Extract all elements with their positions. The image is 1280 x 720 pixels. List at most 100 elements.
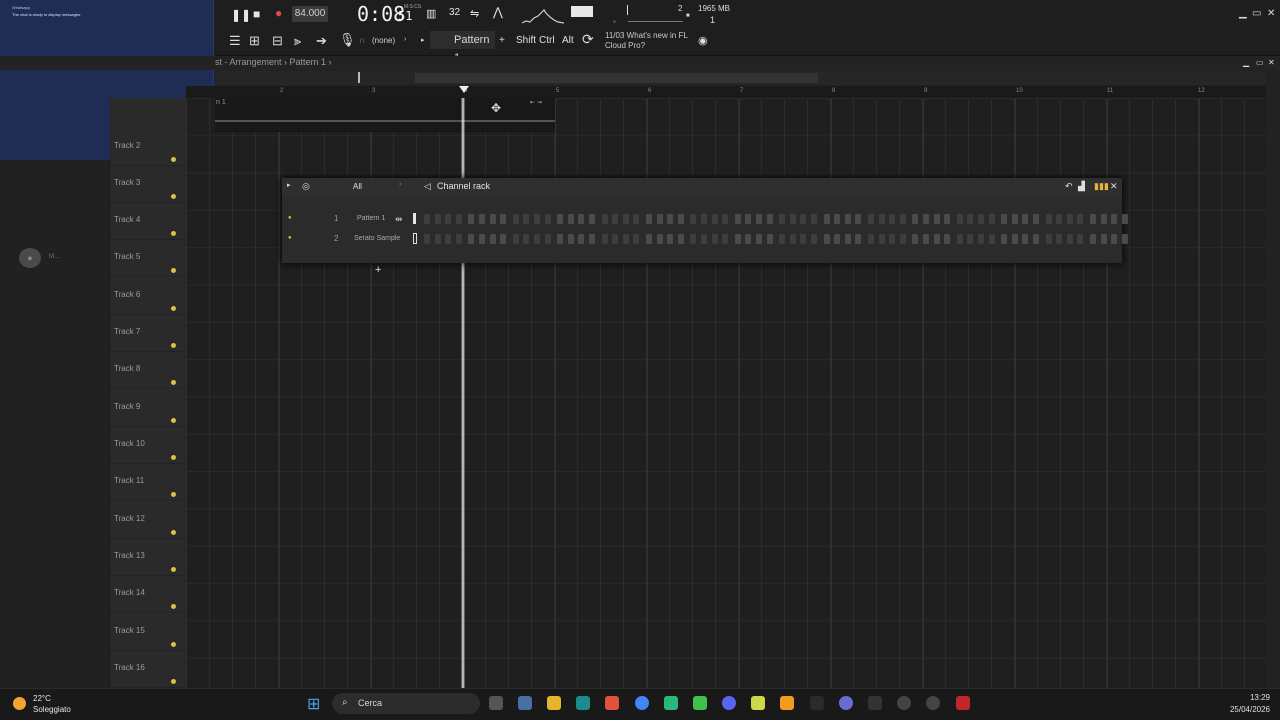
step-button[interactable]: [1033, 234, 1039, 244]
playlist-maximize-icon[interactable]: ▭: [1256, 58, 1264, 67]
brave-icon[interactable]: [605, 696, 619, 710]
step-button[interactable]: [445, 214, 452, 224]
step-button[interactable]: [468, 214, 475, 224]
track-mute-led[interactable]: [171, 418, 176, 423]
playlist-icon[interactable]: ☰: [229, 33, 241, 49]
chrome-icon[interactable]: [635, 696, 649, 710]
app-icon-purple[interactable]: [839, 696, 853, 710]
task-view-icon[interactable]: [489, 696, 503, 710]
step-button[interactable]: [633, 214, 640, 224]
rack-close-icon[interactable]: ✕: [1110, 181, 1118, 192]
step-button[interactable]: [424, 234, 430, 244]
step-button[interactable]: [956, 234, 963, 244]
track-row[interactable]: Track 8: [110, 352, 186, 389]
channel-select-indicator[interactable]: [413, 213, 416, 224]
track-mute-led[interactable]: [171, 343, 176, 348]
step-button[interactable]: [878, 214, 885, 224]
step-button[interactable]: [1033, 214, 1039, 224]
undo-icon[interactable]: ↶: [1065, 181, 1073, 192]
step-button[interactable]: [677, 214, 684, 224]
step-button[interactable]: [489, 234, 496, 244]
metronome-icon[interactable]: ⋀: [493, 5, 503, 19]
step-button[interactable]: [789, 214, 796, 224]
add-channel-button[interactable]: +: [375, 264, 381, 276]
pattern-clip[interactable]: [215, 98, 555, 132]
step-button[interactable]: [633, 234, 640, 244]
step-button[interactable]: [889, 214, 896, 224]
step-button[interactable]: [878, 234, 885, 244]
step-button[interactable]: [1121, 234, 1128, 244]
step-button[interactable]: [567, 214, 574, 224]
track-mute-led[interactable]: [171, 306, 176, 311]
step-button[interactable]: [578, 234, 585, 244]
step-button[interactable]: [646, 234, 652, 244]
step-button[interactable]: [1045, 214, 1052, 224]
step-button[interactable]: [1077, 214, 1084, 224]
record-button[interactable]: ●: [275, 6, 282, 20]
minimize-icon[interactable]: ▁: [1239, 8, 1247, 19]
step-button[interactable]: [855, 234, 862, 244]
news-panel[interactable]: 11/03 What's new in FL Cloud Pro?: [605, 31, 688, 51]
step-button[interactable]: [424, 214, 430, 224]
step-button[interactable]: [834, 234, 841, 244]
channel-row[interactable]: [286, 212, 1128, 228]
step-button[interactable]: [601, 234, 608, 244]
step-button[interactable]: [834, 214, 841, 224]
app-icon[interactable]: [664, 696, 678, 710]
step-button[interactable]: [933, 214, 940, 224]
sun-icon[interactable]: [13, 697, 26, 710]
step-button[interactable]: [956, 214, 963, 224]
track-mute-led[interactable]: [171, 380, 176, 385]
step-button[interactable]: [823, 234, 830, 244]
step-button[interactable]: [889, 234, 896, 244]
pattern-prev-icon[interactable]: ▸: [421, 36, 425, 44]
step-button[interactable]: [868, 214, 874, 224]
mixer-icon[interactable]: ⫸: [294, 33, 301, 49]
step-button[interactable]: [823, 214, 830, 224]
step-button[interactable]: [1066, 234, 1073, 244]
channel-rack-icon[interactable]: ⊟: [272, 33, 283, 49]
step-button[interactable]: [766, 234, 773, 244]
step-button[interactable]: [923, 234, 929, 244]
breadcrumb[interactable]: st - Arrangement › Pattern 1 ›: [215, 57, 332, 67]
track-row[interactable]: Track 7: [110, 315, 186, 352]
step-button[interactable]: [1100, 214, 1107, 224]
track-mute-led[interactable]: [171, 455, 176, 460]
channel-name[interactable]: Serato Sample: [354, 235, 400, 242]
channel-mute-led[interactable]: ●: [288, 235, 292, 241]
step-button[interactable]: [1090, 234, 1096, 244]
ctrl-key[interactable]: Ctrl: [539, 35, 555, 46]
track-mute-led[interactable]: [171, 530, 176, 535]
step-button[interactable]: [512, 214, 519, 224]
chevron-right-icon[interactable]: ›: [404, 36, 406, 43]
step-button[interactable]: [701, 234, 707, 244]
step-button[interactable]: [800, 234, 807, 244]
step-button[interactable]: [500, 214, 507, 224]
step-button[interactable]: [789, 234, 796, 244]
step-button[interactable]: [811, 214, 817, 224]
step-button[interactable]: [479, 234, 485, 244]
step-button[interactable]: [756, 214, 762, 224]
scroll-position-marker[interactable]: [358, 72, 360, 83]
step-button[interactable]: [523, 234, 530, 244]
headphones-app-icon[interactable]: [897, 696, 911, 710]
step-button[interactable]: [933, 234, 940, 244]
step-button[interactable]: [1111, 234, 1118, 244]
step-button[interactable]: [734, 214, 741, 224]
step-button[interactable]: [1056, 234, 1063, 244]
ableton-live-icon[interactable]: [810, 696, 824, 710]
globe-icon[interactable]: ◉: [698, 34, 708, 47]
close-icon[interactable]: ✕: [1267, 8, 1275, 19]
midi-device-label[interactable]: (none): [372, 36, 395, 45]
step-button[interactable]: [578, 214, 585, 224]
step-button[interactable]: [899, 234, 906, 244]
track-mute-led[interactable]: [171, 194, 176, 199]
tempo-display[interactable]: 84.000: [292, 6, 328, 22]
step-button[interactable]: [489, 214, 496, 224]
step-button[interactable]: [612, 214, 619, 224]
step-button[interactable]: [567, 234, 574, 244]
timeline-ruler[interactable]: [186, 86, 1266, 98]
playlist-close-icon[interactable]: ✕: [1268, 58, 1275, 67]
horizontal-scroll-thumb[interactable]: [415, 73, 818, 83]
file-explorer-icon[interactable]: [547, 696, 561, 710]
